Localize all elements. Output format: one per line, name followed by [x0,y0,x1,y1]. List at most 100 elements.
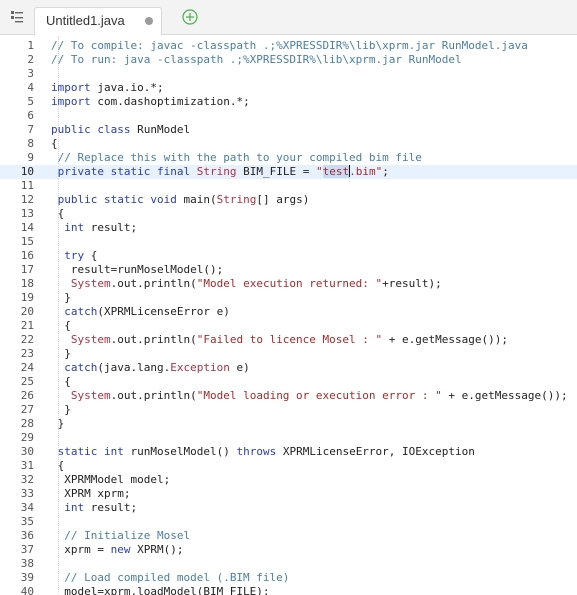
code-text: catch(java.lang.Exception e) [51,361,249,375]
code-token: new [110,543,131,556]
code-line[interactable]: 26 System.out.println("Model loading or … [0,389,577,403]
code-line[interactable]: 10 private static final String BIM_FILE … [0,165,577,179]
code-token: com.dashoptimization.*; [90,95,250,108]
code-token: + e.getMessage()); [382,333,508,346]
code-line[interactable]: 8{ [0,137,577,151]
code-line[interactable]: 28 } [0,417,577,431]
line-number: 27 [20,403,34,416]
code-token: ; [382,165,389,178]
code-token: + e.getMessage()); [441,389,568,402]
code-line[interactable]: 34 int result; [0,501,577,515]
code-line[interactable]: 17 result=runMoselModel(); [0,263,577,277]
line-number: 37 [20,543,34,556]
code-token: } [51,291,71,304]
code-line[interactable]: 1 // To compile: javac -classpath .;%XPRE… [0,39,577,53]
code-text: result=runMoselModel(); [51,263,223,277]
code-line[interactable]: 11 [0,179,577,193]
code-text: { [51,137,58,151]
code-token: .bim" [349,165,383,178]
line-number: 12 [20,193,34,206]
code-line[interactable]: 20 catch(XPRMLicenseError e) [0,305,577,319]
code-line[interactable]: 40 model=xprm.loadModel(BIM_FILE); [0,585,577,595]
line-number: 36 [20,529,34,542]
code-line[interactable]: 25 { [0,375,577,389]
code-line[interactable]: 39 // Load compiled model (.BIM file) [0,571,577,585]
code-token: result; [84,501,138,514]
line-number: 5 [27,95,34,108]
code-line[interactable]: 38 [0,557,577,571]
code-text: // Initialize Mosel [51,529,190,543]
line-number: 33 [20,487,34,500]
code-token: String [216,193,257,206]
line-number: 30 [20,445,34,458]
code-line[interactable]: 2 // To run: java -classpath .;%XPRESSDIR… [0,53,577,67]
code-token: BIM_FILE = [236,165,316,178]
code-line[interactable]: 3 [0,67,577,81]
code-line[interactable]: 5 import com.dashoptimization.*; [0,95,577,109]
code-line[interactable]: 15 [0,235,577,249]
code-token: RunModel [130,123,191,136]
code-text: // To run: java -classpath .;%XPRESSDIR%… [51,53,462,67]
code-token: } [51,417,65,430]
code-token: XPRMLicenseError, IOException [276,445,475,458]
code-line[interactable]: 37 xprm = new XPRM(); [0,543,577,557]
code-line[interactable]: 7 public class RunModel [0,123,577,137]
code-text: } [51,403,71,417]
line-number: 8 [27,137,34,150]
code-text: public static void main(String[] args) [51,193,310,207]
code-token: static [57,445,98,458]
code-line[interactable]: 36 // Initialize Mosel [0,529,577,543]
code-line[interactable]: 18 System.out.println("Model execution r… [0,277,577,291]
code-line[interactable]: 14 int result; [0,221,577,235]
code-line[interactable]: 12 public static void main(String[] args… [0,193,577,207]
list-menu-icon[interactable] [9,9,25,25]
code-token: static [104,193,144,206]
unsaved-dot-icon[interactable] [145,17,153,25]
code-line[interactable]: 4 import java.io.*; [0,81,577,95]
code-line[interactable]: 6 [0,109,577,123]
code-token: catch [64,361,98,374]
code-line[interactable]: 31 { [0,459,577,473]
line-number: 4 [27,81,34,94]
line-number: 34 [20,501,34,514]
code-line[interactable]: 32 XPRMModel model; [0,473,577,487]
code-editor[interactable]: 1 // To compile: javac -classpath .;%XPRE… [0,36,577,595]
code-line[interactable]: 21 { [0,319,577,333]
line-number: 23 [20,347,34,360]
tab-untitled1[interactable]: Untitled1.java [34,7,162,35]
line-number: 1 [27,39,34,52]
code-token: result=runMoselModel(); [51,263,224,276]
code-line[interactable]: 35 [0,515,577,529]
code-line[interactable]: 24 catch(java.lang.Exception e) [0,361,577,375]
code-token: [] args) [256,193,310,206]
line-number: 15 [20,235,34,248]
code-text: private static final String BIM_FILE = "… [51,165,389,179]
code-line[interactable]: 9 // Replace this with the path to your … [0,151,577,165]
line-number: 10 [20,165,34,178]
code-token: { [51,319,71,332]
line-number: 39 [20,571,34,584]
code-line[interactable]: 22 System.out.println("Failed to licence… [0,333,577,347]
line-number: 7 [27,123,34,136]
code-line[interactable]: 19 } [0,291,577,305]
code-line[interactable]: 16 try { [0,249,577,263]
code-line[interactable]: 23 } [0,347,577,361]
plus-circle-icon[interactable] [181,8,199,26]
code-line[interactable]: 30 static int runMoselModel() throws XPR… [0,445,577,459]
code-line[interactable]: 27 } [0,403,577,417]
code-text: XPRMModel model; [51,473,170,487]
line-number: 19 [20,291,34,304]
code-text: import java.io.*; [51,81,164,95]
line-number: 20 [20,305,34,318]
code-line[interactable]: 29 [0,431,577,445]
code-line[interactable]: 33 XPRM xprm; [0,487,577,501]
code-line[interactable]: 13 { [0,207,577,221]
code-text: catch(XPRMLicenseError e) [51,305,230,319]
